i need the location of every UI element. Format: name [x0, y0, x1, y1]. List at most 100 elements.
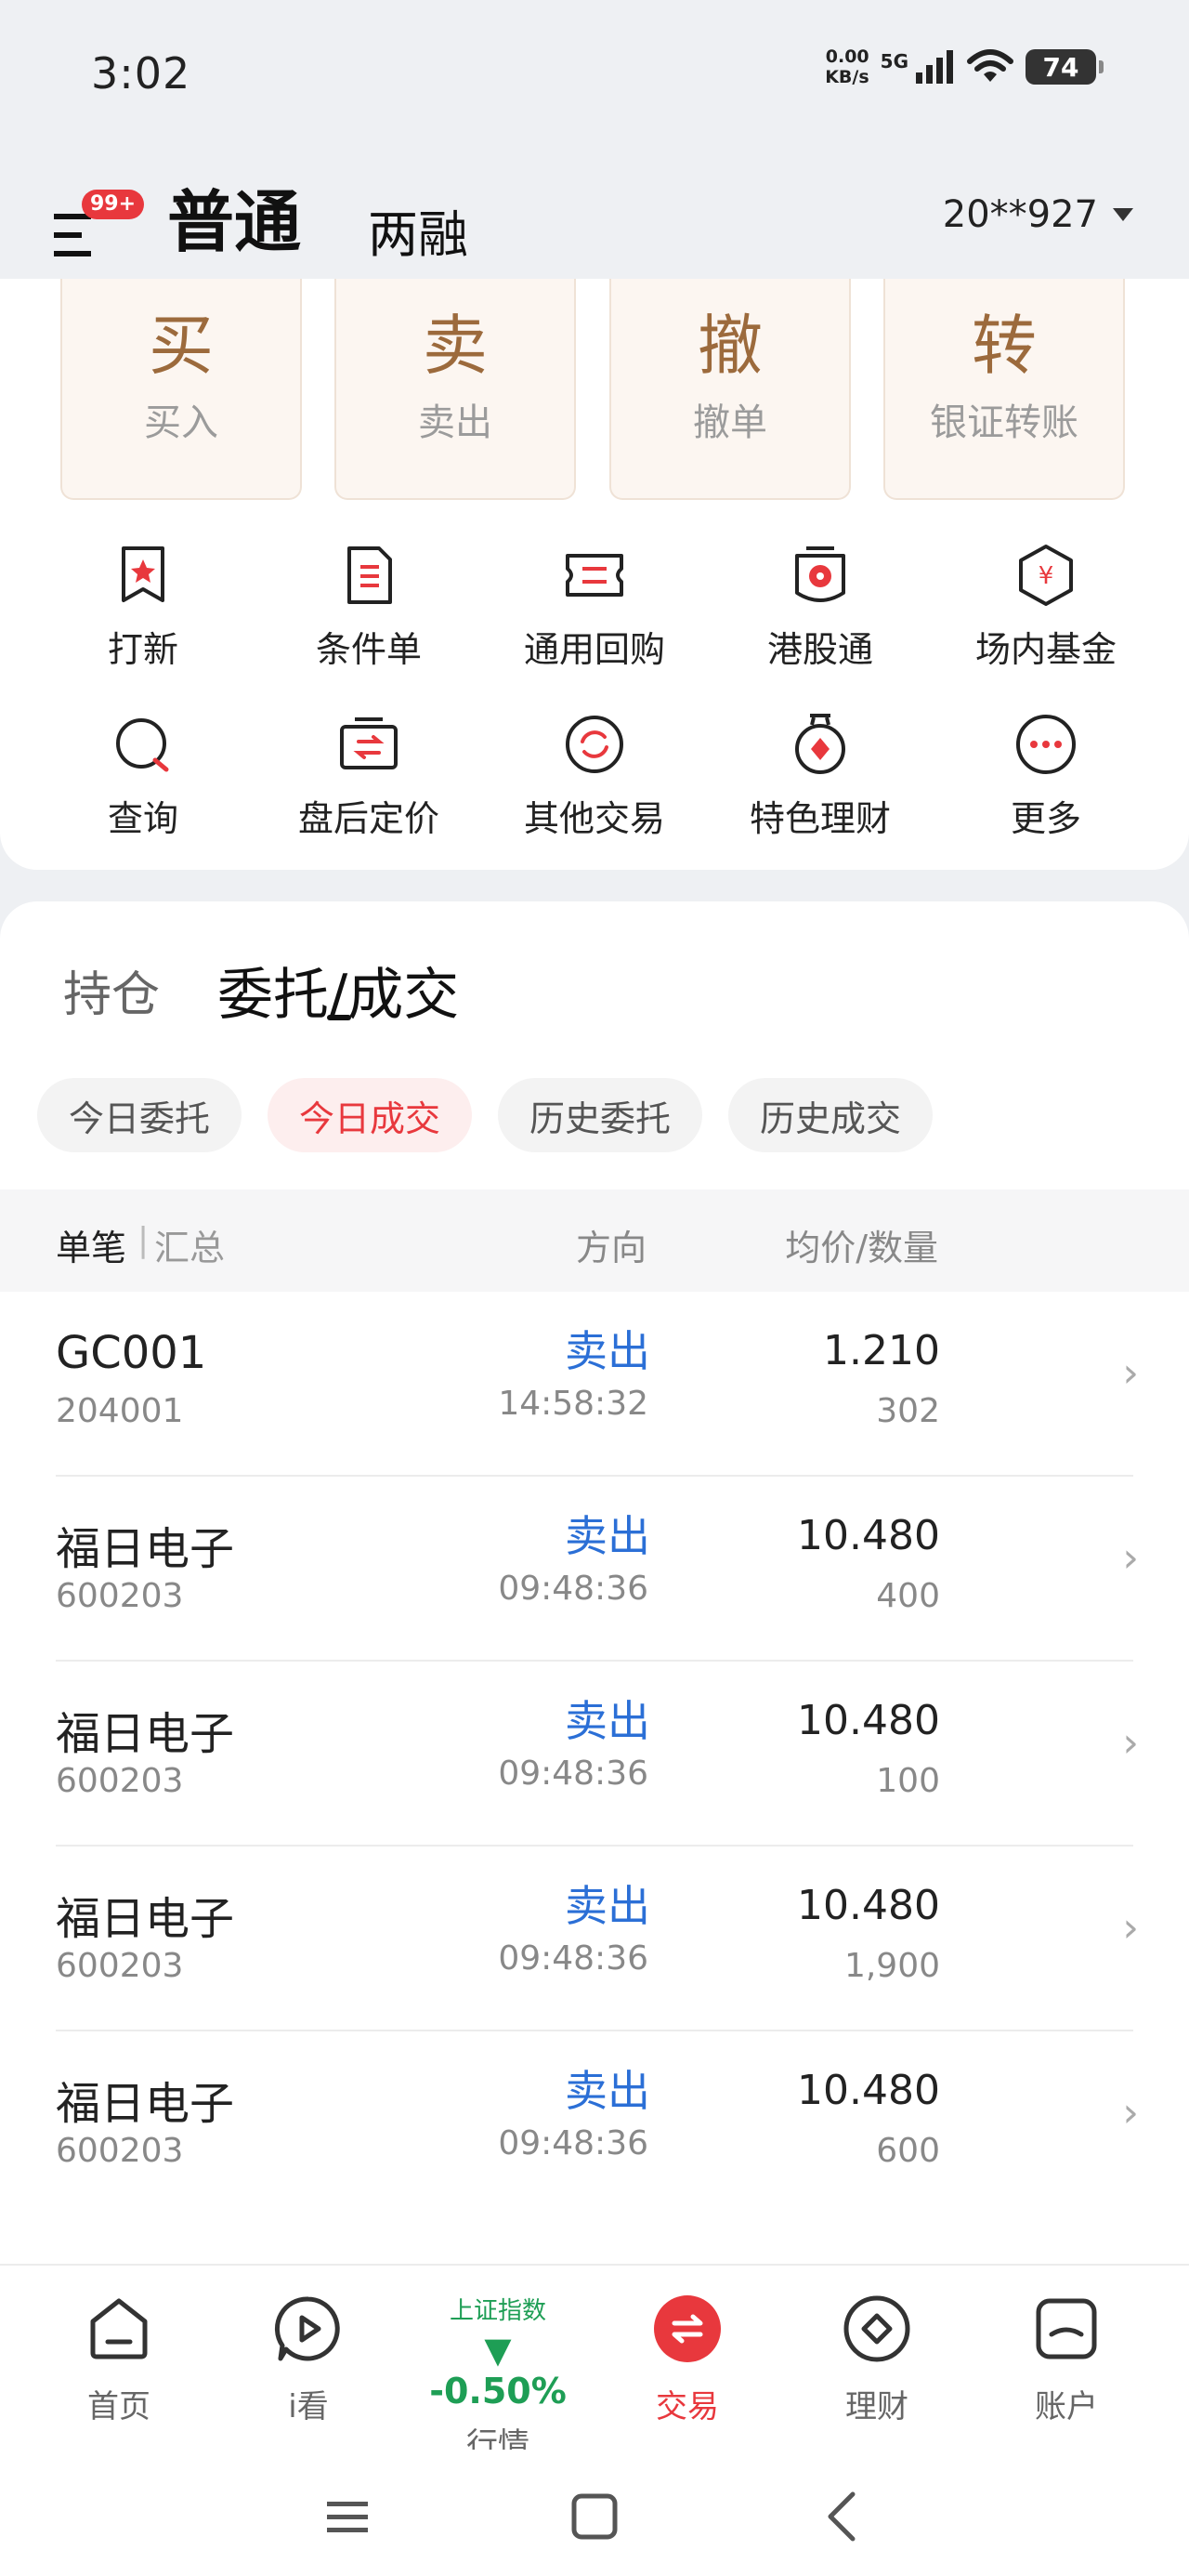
- battery-icon: 74: [1026, 49, 1104, 85]
- tab-holdings[interactable]: 持仓: [63, 955, 160, 1025]
- cancel-label: 撤单: [693, 401, 767, 444]
- stock-code: 600203: [56, 2132, 184, 2170]
- trade-direction: 卖出: [565, 1326, 650, 1376]
- stock-name: 福日电子: [56, 2078, 235, 2130]
- func-after-hours[interactable]: 盘后定价: [267, 712, 471, 841]
- func-label: 港股通: [766, 629, 873, 670]
- trade-direction: 卖出: [565, 1511, 650, 1561]
- func-label: 打新: [107, 629, 178, 670]
- nav-watch[interactable]: i看: [234, 2293, 383, 2426]
- header-separator: |: [137, 1221, 150, 1259]
- trade-direction: 卖出: [565, 1881, 650, 1931]
- account-number: 20**927: [942, 193, 1098, 236]
- func-label: 特色理财: [749, 798, 891, 839]
- active-tab-indicator: [327, 1015, 351, 1020]
- stock-code: 600203: [56, 1947, 184, 1985]
- stock-code: 600203: [56, 1762, 184, 1800]
- chip-today-orders[interactable]: 今日委托: [37, 1078, 242, 1152]
- avg-price: 10.480: [797, 1697, 940, 1744]
- tab-normal-account[interactable]: 普通: [167, 167, 301, 265]
- stock-name: 福日电子: [56, 1893, 235, 1945]
- trade-time: 14:58:32: [498, 1385, 648, 1423]
- func-featured-wealth[interactable]: 特色理财: [718, 712, 922, 841]
- network-type: 5G: [880, 50, 908, 72]
- chip-today-trades[interactable]: 今日成交: [268, 1078, 472, 1152]
- chevron-right-icon: ›: [1122, 1534, 1139, 1582]
- menu-icon: [54, 214, 91, 256]
- trade-time: 09:48:36: [498, 1755, 648, 1793]
- trade-qty: 1,900: [843, 1947, 940, 1985]
- account-selector[interactable]: 20**927: [943, 193, 1133, 236]
- orders-panel: 持仓 委托/成交 今日委托 今日成交 历史委托 历史成交 单笔 | 汇总 方向 …: [0, 901, 1189, 2267]
- func-query[interactable]: 查询: [41, 712, 245, 841]
- nav-label: 理财: [845, 2388, 908, 2425]
- nav-trade[interactable]: 交易: [613, 2293, 762, 2426]
- func-repo[interactable]: 通用回购: [492, 543, 697, 672]
- chip-history-trades[interactable]: 历史成交: [728, 1078, 933, 1152]
- trade-panel: 买 买入 卖 卖出 撤 撤单 转 银证转账 打新 条件单 通用回购 港股通 ¥ …: [0, 279, 1189, 870]
- index-name: 上证指数: [449, 2297, 546, 2325]
- cancel-order-button[interactable]: 撤 撤单: [609, 279, 851, 500]
- header-single[interactable]: 单笔: [56, 1219, 126, 1270]
- home-button-icon[interactable]: [557, 2479, 632, 2554]
- avg-price: 10.480: [797, 2067, 940, 2114]
- list-header: 单笔 | 汇总 方向 均价/数量: [0, 1189, 1189, 1292]
- nav-home[interactable]: 首页: [45, 2293, 193, 2426]
- back-icon[interactable]: [804, 2479, 879, 2554]
- func-exchange-fund[interactable]: ¥ 场内基金: [944, 543, 1148, 672]
- trade-row[interactable]: 福日电子 600203 卖出 09:48:36 10.480 400 ›: [0, 1477, 1189, 1662]
- nav-market[interactable]: 上证指数 ▼ -0.50% 行情: [424, 2293, 572, 2464]
- menu-button[interactable]: 99+: [54, 190, 145, 256]
- func-label: 其他交易: [523, 798, 665, 839]
- trade-direction: 卖出: [565, 2066, 650, 2116]
- more-icon: [1016, 715, 1076, 774]
- trade-time: 09:48:36: [498, 1570, 648, 1608]
- trade-row[interactable]: GC001 204001 卖出 14:58:32 1.210 302 ›: [0, 1292, 1189, 1477]
- recent-apps-icon[interactable]: [310, 2479, 385, 2554]
- trade-time: 09:48:36: [498, 2124, 648, 2162]
- header-summary[interactable]: 汇总: [154, 1219, 225, 1270]
- buy-label: 买入: [144, 401, 218, 444]
- avg-price: 10.480: [797, 1882, 940, 1929]
- system-nav-bar: [0, 2450, 1189, 2576]
- nav-wealth[interactable]: 理财: [803, 2293, 951, 2426]
- fund-icon: ¥: [1019, 545, 1073, 606]
- header-direction: 方向: [576, 1228, 647, 1268]
- func-conditional-order[interactable]: 条件单: [267, 543, 471, 672]
- tab-margin-account[interactable]: 两融: [368, 193, 468, 267]
- net-speed-value: 0.00: [825, 46, 869, 67]
- after-hours-icon: [340, 717, 398, 769]
- account-icon: [1036, 2298, 1097, 2359]
- func-hk-connect[interactable]: 港股通: [718, 543, 922, 672]
- trade-row[interactable]: 福日电子 600203 卖出 09:48:36 10.480 1,900 ›: [0, 1847, 1189, 2031]
- hk-connect-icon: [795, 546, 845, 602]
- header-price-qty: 均价/数量: [785, 1228, 938, 1268]
- bank-transfer-button[interactable]: 转 银证转账: [883, 279, 1125, 500]
- nav-label: i看: [288, 2388, 329, 2425]
- chevron-right-icon: ›: [1122, 1904, 1139, 1952]
- bottom-nav: 首页 i看 上证指数 ▼ -0.50% 行情 交易 理财 账户: [0, 2264, 1189, 2464]
- avg-price: 1.210: [823, 1327, 940, 1374]
- func-other-trade[interactable]: 其他交易: [492, 712, 697, 841]
- status-bar: 3:02 0.00 KB/s 5G 74: [0, 0, 1189, 158]
- trade-row[interactable]: 福日电子 600203 卖出 09:48:36 10.480 600 ›: [0, 2031, 1189, 2216]
- avg-price: 10.480: [797, 1512, 940, 1559]
- chip-history-orders[interactable]: 历史委托: [498, 1078, 702, 1152]
- buy-button[interactable]: 买 买入: [60, 279, 302, 500]
- func-more[interactable]: 更多: [944, 712, 1148, 841]
- other-trade-icon: [566, 716, 623, 773]
- func-new-stock[interactable]: 打新: [41, 543, 245, 672]
- stock-code: 600203: [56, 1577, 184, 1615]
- nav-account[interactable]: 账户: [992, 2293, 1141, 2426]
- index-change: ▼ -0.50%: [429, 2330, 567, 2412]
- trade-row[interactable]: 福日电子 600203 卖出 09:48:36 10.480 100 ›: [0, 1662, 1189, 1847]
- dropdown-arrow-icon: [1113, 208, 1133, 221]
- sell-char: 卖: [423, 308, 488, 384]
- stock-name: GC001: [56, 1327, 207, 1379]
- trade-qty: 302: [876, 1392, 940, 1430]
- nav-label: 交易: [656, 2388, 719, 2425]
- nav-label: 首页: [87, 2388, 150, 2425]
- wealth-icon: [795, 714, 845, 774]
- trade-swap-icon: [654, 2295, 721, 2362]
- sell-button[interactable]: 卖 卖出: [334, 279, 576, 500]
